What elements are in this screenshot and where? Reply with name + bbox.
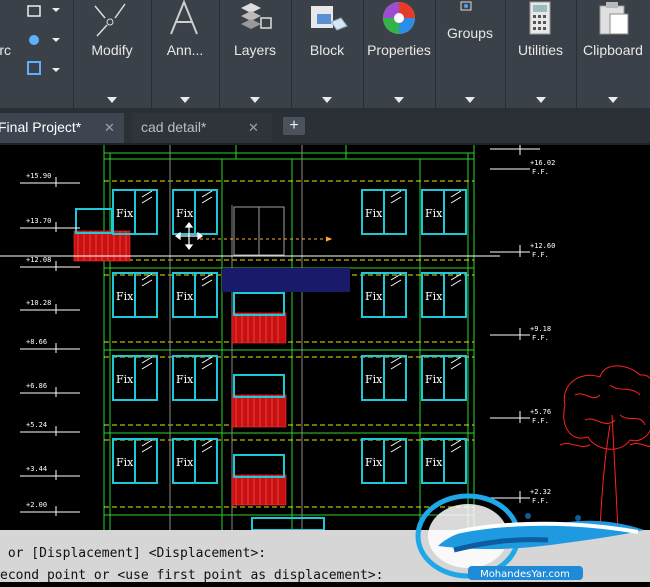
window-label: Fix: [116, 373, 134, 386]
chevron-down-icon[interactable]: [180, 97, 190, 103]
panel-groups[interactable]: Groups: [435, 0, 506, 108]
displacement-line: [200, 236, 333, 242]
level-mark: +13.70: [26, 217, 51, 225]
panel-block-label: Block: [309, 42, 345, 58]
panel-modify-label: Modify: [91, 42, 133, 58]
chevron-down-icon[interactable]: [465, 97, 475, 103]
window-label: Fix: [425, 207, 443, 220]
level-mark: +3.44: [26, 465, 47, 473]
command-prompt-line-2: econd point or <use first point as displ…: [0, 568, 384, 583]
calculator-icon: [529, 1, 551, 35]
level-mark: +5.76: [530, 408, 551, 416]
ribbon: Arc Modify Ann... Layers: [0, 0, 650, 108]
window-label: Fix: [176, 456, 194, 469]
window-label: Fix: [425, 373, 443, 386]
window-label: Fix: [365, 207, 383, 220]
level-mark: +15.90: [26, 172, 51, 180]
level-mark: +9.18: [530, 325, 551, 333]
panel-groups-label: Groups: [447, 25, 493, 41]
level-mark: +5.24: [26, 421, 47, 429]
tab-cad-detail[interactable]: cad detail* ✕: [132, 113, 272, 143]
tab-final-project[interactable]: Final Project* ✕: [0, 113, 124, 143]
chevron-down-icon[interactable]: [250, 97, 260, 103]
watermark-site: MohandesYar.com: [480, 569, 570, 580]
level-mark: +10.28: [26, 299, 51, 307]
level-sublabel: F.F.: [532, 251, 549, 259]
window-label: Fix: [425, 456, 443, 469]
panel-modify[interactable]: Modify: [73, 0, 152, 108]
panel-arc-label: Arc: [0, 42, 11, 58]
window-label: Fix: [176, 207, 194, 220]
panel-annotation-label: Ann...: [166, 42, 204, 58]
window-label: Fix: [116, 290, 134, 303]
window-label: Fix: [365, 456, 383, 469]
logo-icon: MohandesYar.com: [415, 493, 644, 580]
drawing-canvas[interactable]: Fix Fix Fix Fix Fix Fix Fix Fix Fix Fix …: [0, 145, 650, 530]
color-wheel-icon: [383, 2, 415, 34]
panel-layers[interactable]: Layers: [219, 0, 292, 108]
text-a-icon: [170, 0, 198, 35]
tab-label: cad detail*: [141, 119, 207, 135]
move-cursor-icon: [175, 222, 203, 250]
panel-block[interactable]: Block: [291, 0, 364, 108]
window-label: Fix: [116, 207, 134, 220]
close-icon[interactable]: ✕: [104, 113, 115, 142]
window-label: Fix: [425, 290, 443, 303]
panel-clipboard-label: Clipboard: [583, 42, 643, 58]
tab-label: Final Project*: [0, 119, 82, 135]
panel-annotation[interactable]: Ann...: [151, 0, 220, 108]
level-mark: +8.66: [26, 338, 47, 346]
level-mark: +12.60: [530, 242, 555, 250]
clipboard-icon: [599, 2, 629, 35]
add-tab-button[interactable]: +: [283, 117, 305, 135]
chevron-down-icon[interactable]: [322, 97, 332, 103]
elevation-drawing: Fix Fix Fix Fix Fix Fix Fix Fix Fix Fix …: [0, 145, 650, 530]
file-tabs-bar: Final Project* ✕ cad detail* ✕: [0, 108, 650, 145]
layers-icon: [241, 3, 272, 29]
window-label: Fix: [176, 290, 194, 303]
command-prompt-line-1: or [Displacement] <Displacement>:: [0, 546, 267, 561]
window-label: Fix: [365, 290, 383, 303]
level-mark: +2.00: [26, 501, 47, 509]
groups-icon: [460, 1, 472, 11]
close-icon[interactable]: ✕: [248, 113, 259, 142]
panel-properties[interactable]: Properties: [363, 0, 436, 108]
level-mark: +6.86: [26, 382, 47, 390]
level-sublabel: F.F.: [532, 168, 549, 176]
chevron-down-icon[interactable]: [608, 97, 618, 103]
level-sublabel: F.F.: [532, 417, 549, 425]
block-icon: [311, 6, 348, 31]
selected-block: [222, 268, 350, 292]
panel-utilities[interactable]: Utilities: [505, 0, 577, 108]
window-label: Fix: [176, 373, 194, 386]
watermark-logo: MohandesYar.com: [408, 488, 648, 582]
level-sublabel: F.F.: [532, 334, 549, 342]
chevron-down-icon[interactable]: [394, 97, 404, 103]
level-mark: +12.08: [26, 256, 51, 264]
chevron-down-icon[interactable]: [107, 97, 117, 103]
panel-draw[interactable]: Arc: [0, 0, 74, 108]
panel-clipboard[interactable]: Clipboard: [576, 0, 650, 108]
panel-utilities-label: Utilities: [517, 42, 564, 58]
window-label: Fix: [365, 373, 383, 386]
panel-properties-label: Properties: [367, 42, 431, 58]
chevron-down-icon[interactable]: [535, 97, 546, 103]
level-mark: +16.02: [530, 159, 555, 167]
window-label: Fix: [116, 456, 134, 469]
modify-icon: [94, 3, 126, 37]
panel-layers-label: Layers: [233, 42, 277, 58]
